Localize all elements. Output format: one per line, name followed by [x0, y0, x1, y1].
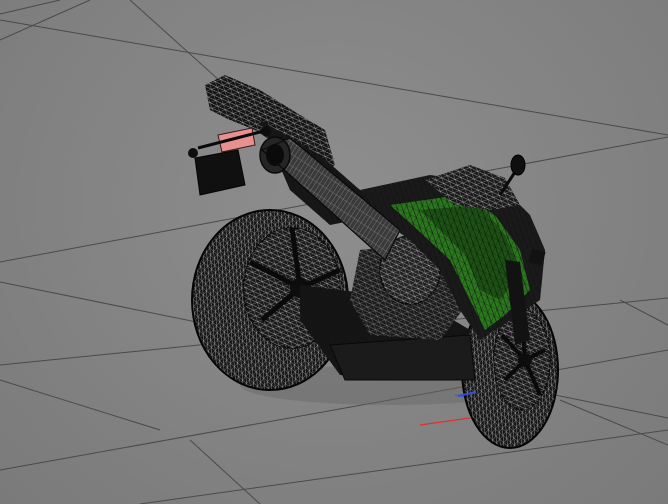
mirror	[498, 154, 526, 196]
license-plate	[188, 126, 271, 196]
3d-viewport[interactable]	[0, 0, 668, 504]
motorcycle-model[interactable]	[188, 75, 559, 449]
x-axis-line	[419, 417, 471, 426]
viewport-canvas[interactable]	[0, 0, 668, 504]
